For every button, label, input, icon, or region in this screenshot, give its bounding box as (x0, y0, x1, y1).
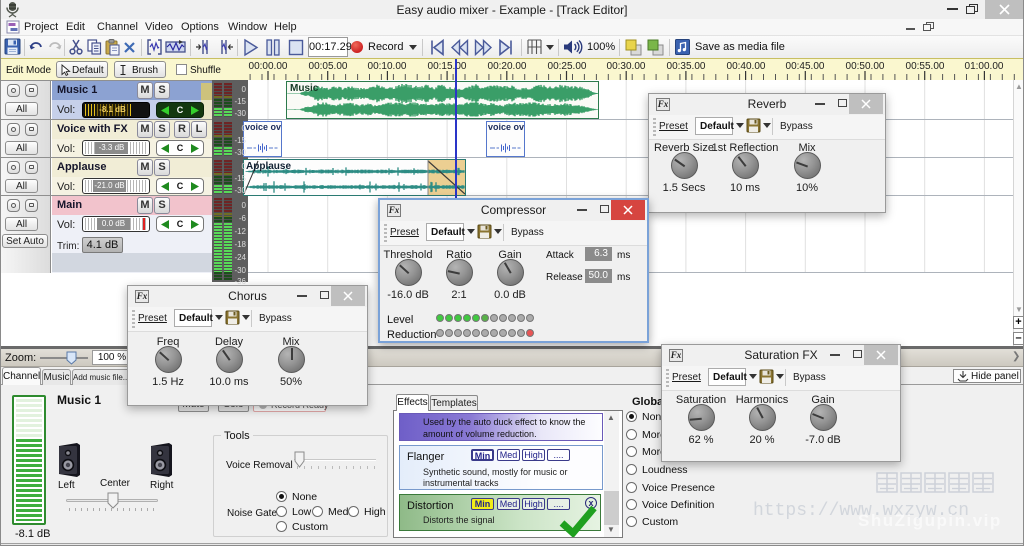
svg-text:-18: -18 (234, 240, 246, 249)
svg-text:0: 0 (242, 201, 247, 210)
svg-text:-24: -24 (234, 253, 246, 262)
svg-text:-6: -6 (239, 214, 247, 223)
svg-text:-12: -12 (234, 227, 246, 236)
svg-text:-30: -30 (234, 266, 246, 275)
